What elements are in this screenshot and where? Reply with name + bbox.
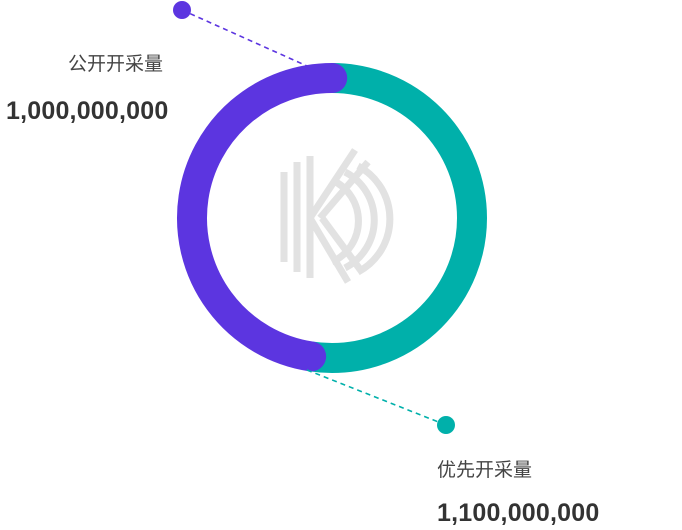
donut-chart (173, 1, 487, 434)
callout-dot-public (173, 1, 191, 19)
callout-line-priority (306, 369, 447, 426)
kp-logo-icon (280, 148, 394, 284)
donut-segment-public (177, 63, 487, 373)
callout-dot-priority (437, 416, 455, 434)
donut-ring (177, 63, 487, 373)
callout-line-public (181, 9, 308, 67)
legend-value-priority: 1,100,000,000 (437, 499, 600, 527)
legend-label-priority: 优先开采量 (437, 459, 533, 481)
legend-label-public: 公开开采量 (68, 53, 164, 75)
legend-value-public: 1,000,000,000 (6, 97, 169, 125)
